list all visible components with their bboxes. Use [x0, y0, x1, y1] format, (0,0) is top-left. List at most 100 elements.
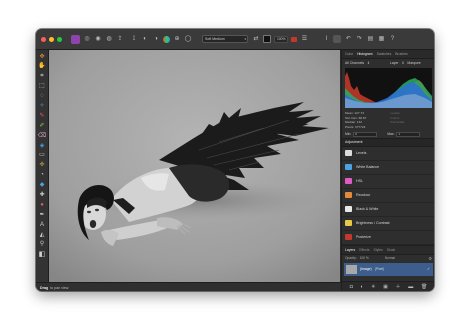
status-bold-text: Drag [40, 285, 49, 290]
adjustment-label: Black & White [356, 207, 379, 212]
selection-brush-icon[interactable]: ⬚ [38, 83, 46, 90]
adjustment-item[interactable]: Recolour [342, 189, 434, 203]
stat-item: Count: [390, 115, 400, 120]
max-field[interactable]: 1 [396, 131, 421, 137]
marquee-toggle[interactable]: Marquee [407, 61, 420, 65]
layer-item[interactable]: (Image) (Pixel) ✓ [344, 262, 433, 276]
zoom-tool-icon[interactable]: ⚲ [38, 241, 46, 248]
checkmark-icon[interactable]: ✓ [427, 267, 430, 271]
erase-tool-icon[interactable]: ⌫ [38, 132, 46, 139]
max-label: Max: [387, 132, 395, 137]
paint-brush-icon[interactable]: ✎ [38, 112, 46, 119]
flood-fill-icon[interactable]: ◈ [38, 142, 46, 149]
adjustment-item[interactable]: Black & White [342, 203, 434, 217]
contrast-icon[interactable]: ◐ [141, 35, 149, 43]
brush-preset-field[interactable]: Soft Medium ▾ [202, 35, 248, 43]
levels-icon[interactable]: ◑ [152, 35, 160, 43]
right-panel: Color Histogram Swatches Brushes All Channe… [341, 50, 434, 291]
arrange-icon[interactable]: ▤ [366, 35, 374, 43]
zoom-window-button[interactable] [57, 36, 62, 42]
minimize-window-button[interactable] [49, 36, 54, 42]
histogram-stats: Mean: 127.73 Levels: Std. Dev: 68.87 Count:… [342, 109, 434, 131]
adjustment-item[interactable]: HSL [342, 175, 434, 189]
tab-stock[interactable]: Stock [387, 248, 395, 252]
group-icon[interactable]: ▣ [383, 284, 388, 290]
stat-item: Median: 142 [345, 120, 363, 125]
tab-swatches[interactable]: Swatches [377, 52, 392, 56]
stat-item: Pixels: 377724 [345, 124, 366, 129]
share-icon[interactable]: ⟟ [130, 35, 138, 43]
channel-select[interactable]: All Channels [345, 61, 364, 65]
adjustment-item[interactable]: Posterize [342, 231, 434, 245]
zoom-field[interactable]: 100% [274, 35, 289, 43]
shape-tool-icon[interactable]: ◭ [38, 231, 46, 238]
folder-icon[interactable]: ▬ [408, 284, 413, 290]
adjustment-title: Adjustment [345, 140, 363, 145]
photo-persona-icon[interactable] [71, 34, 80, 44]
help-icon[interactable]: ? [388, 35, 396, 43]
adjustment-item[interactable]: Brightness / Contrast [342, 217, 434, 231]
gear-icon[interactable]: ⚙ [428, 256, 432, 261]
tab-brushes[interactable]: Brushes [395, 52, 407, 56]
histogram-graph [345, 68, 432, 108]
tab-color[interactable]: Color [345, 52, 353, 56]
blur-tool-icon[interactable]: ◆ [38, 182, 46, 189]
red-eye-icon[interactable]: ● [38, 201, 46, 208]
stat-item [391, 125, 433, 129]
layer-select[interactable]: Layer [390, 61, 398, 65]
circle-icon[interactable]: ◯ [184, 35, 192, 43]
adjustment-icon[interactable]: ◐ [360, 284, 363, 290]
move-tool-icon[interactable]: ✥ [38, 53, 46, 60]
color-replace-icon[interactable]: ✐ [38, 122, 46, 129]
layer-mask-icon[interactable]: ◘ [350, 284, 353, 290]
undo-icon[interactable]: ↶ [344, 35, 352, 43]
min-label: Min: [345, 132, 352, 137]
flood-select-icon[interactable]: ✧ [38, 102, 46, 109]
opacity-row: Opacity: 100 % Normal ⚙ [342, 255, 434, 262]
liquify-persona-icon[interactable]: ◎ [83, 35, 91, 43]
gradient-tool-icon[interactable]: ▭ [38, 152, 46, 159]
text-tool-icon[interactable]: A [38, 221, 46, 228]
tab-effects[interactable]: Effects [359, 248, 369, 252]
adjustment-item[interactable]: Levels [342, 147, 434, 161]
adjustment-item[interactable]: White Balance [342, 161, 434, 175]
document-canvas[interactable] [49, 50, 340, 282]
quick-mask-icon[interactable] [333, 35, 342, 43]
adjustment-label: White Balance [356, 165, 380, 170]
globe-icon[interactable]: ⊕ [173, 35, 181, 43]
window-controls [41, 36, 62, 42]
grid-icon[interactable]: ▦ [377, 35, 385, 43]
swap-icon[interactable]: ⇄ [252, 35, 260, 43]
view-tool-icon[interactable]: ✋ [38, 63, 46, 70]
tone-map-persona-icon[interactable]: ◍ [105, 35, 113, 43]
dodge-tool-icon[interactable]: ◔ [38, 172, 46, 179]
min-field[interactable]: 0 [353, 131, 378, 137]
close-window-button[interactable] [41, 36, 46, 42]
tab-styles[interactable]: Styles [374, 248, 383, 252]
export-persona-icon[interactable]: ⇪ [116, 35, 124, 43]
blend-mode-select[interactable]: Normal [385, 256, 395, 260]
add-layer-icon[interactable]: ＋ [396, 283, 401, 290]
adjustment-label: Posterize [356, 235, 371, 240]
retouch-tool-icon[interactable]: ✚ [38, 191, 46, 198]
color-swatch-icon[interactable] [263, 35, 271, 43]
fx-icon[interactable]: ✳ [371, 284, 375, 290]
adjustment-header[interactable]: Adjustment [342, 137, 434, 147]
clone-tool-icon[interactable]: ✢ [38, 162, 46, 169]
develop-persona-icon[interactable]: ◉ [94, 35, 102, 43]
pen-tool-icon[interactable]: ✒ [38, 211, 46, 218]
pressure-icon[interactable] [291, 36, 298, 42]
stabilizer-icon[interactable]: ☰ [300, 35, 308, 43]
tab-layers[interactable]: Layers [345, 248, 355, 252]
tab-histogram[interactable]: Histogram [357, 52, 372, 56]
adjustment-icon [345, 178, 352, 185]
opacity-value[interactable]: 100 % [360, 256, 369, 260]
trash-icon[interactable]: 🗑 [421, 284, 427, 290]
redo-icon[interactable]: ↷ [355, 35, 363, 43]
crop-tool-icon[interactable]: ⌗ [38, 73, 46, 80]
histogram-options: All Channels ⇕ Layer ⇕ Marquee [342, 59, 434, 67]
marquee-tool-icon[interactable]: ◌ [38, 93, 46, 100]
snapping-icon[interactable]: ǀ [322, 35, 330, 43]
color-swatches-icon[interactable]: ◧ [38, 251, 46, 258]
color-icon[interactable] [163, 35, 170, 43]
